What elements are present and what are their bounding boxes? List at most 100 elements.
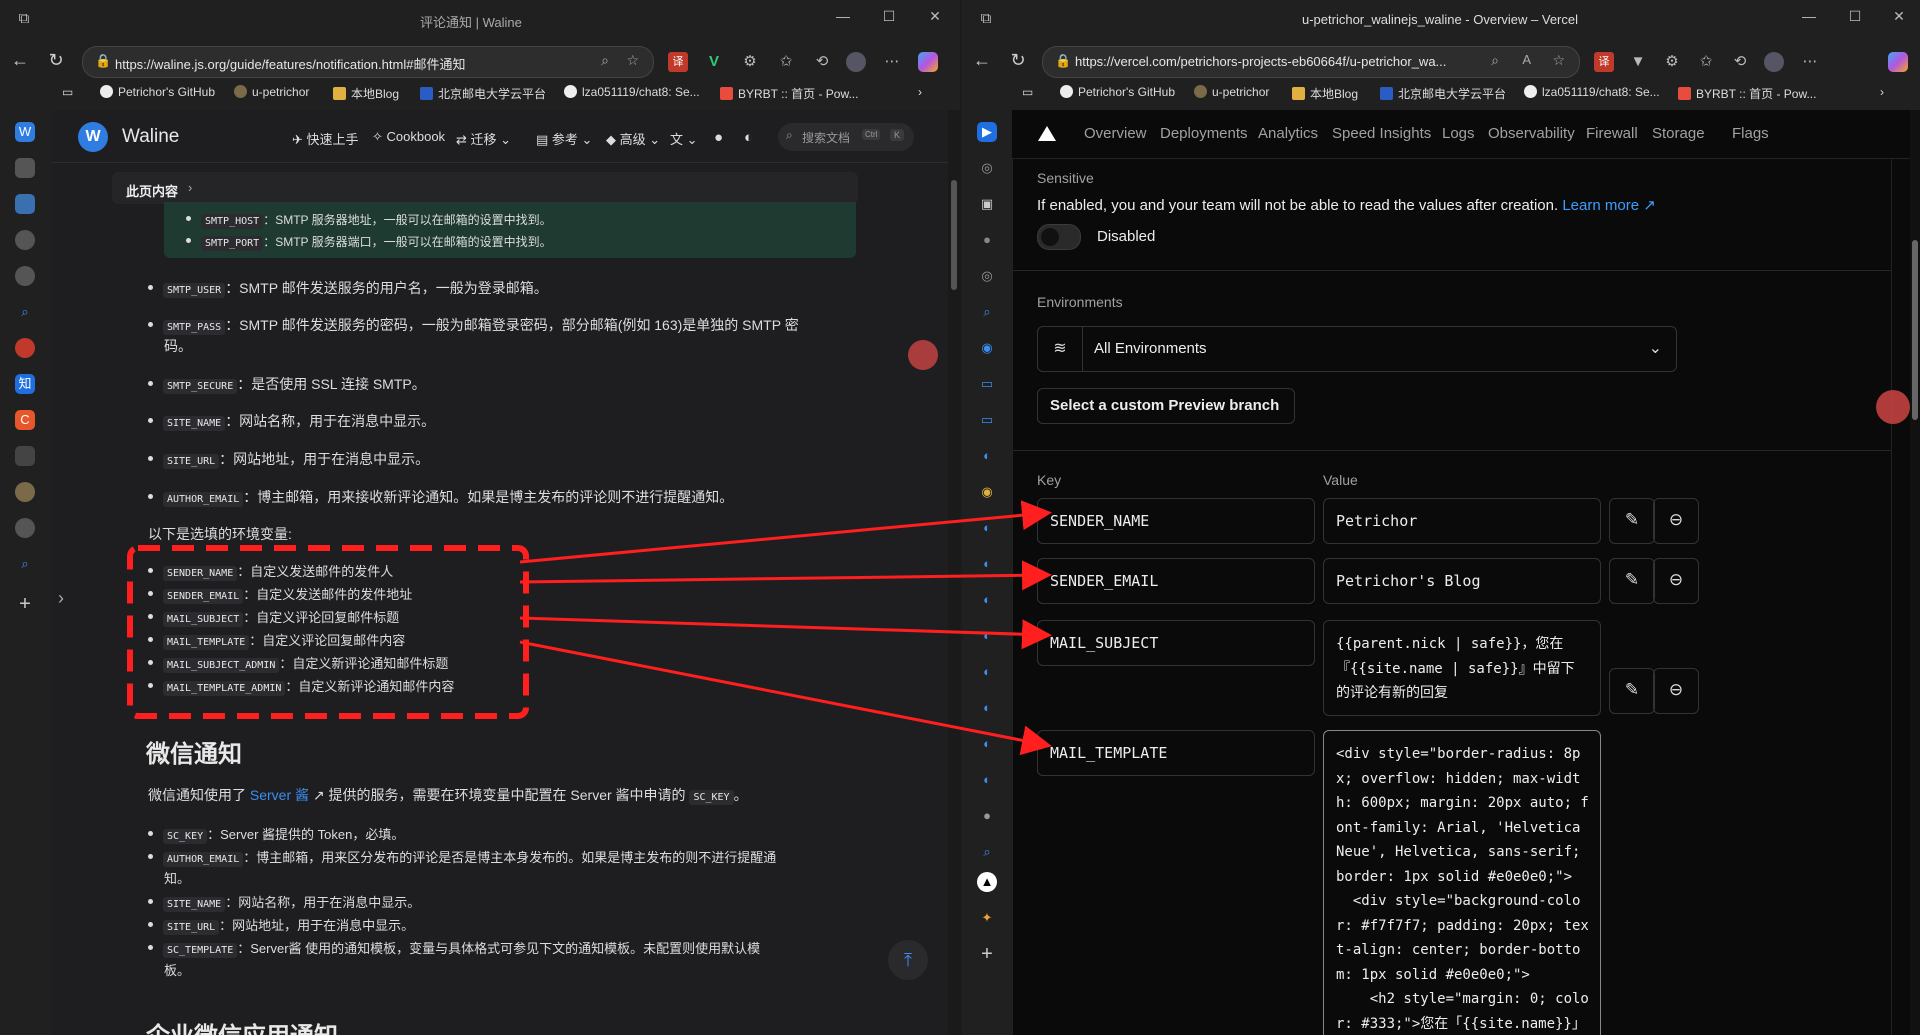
bookmark-item[interactable]: 北京邮电大学云平台 (420, 85, 546, 102)
bookmark-item[interactable]: 本地Blog (333, 85, 399, 102)
refresh-icon[interactable]: ↻ (44, 50, 68, 71)
bookmarks-more-chevron-icon[interactable]: › (1880, 85, 1884, 99)
vtab-vercel-icon[interactable]: ▲ (977, 872, 997, 892)
extensions-icon[interactable]: ⚙ (740, 52, 760, 72)
server-chan-link[interactable]: Server 酱 (250, 787, 309, 803)
vtab-github-icon[interactable] (15, 230, 35, 250)
favorites-icon[interactable]: ✩ (1696, 52, 1716, 72)
vtab-csdn-icon[interactable]: C (15, 410, 35, 430)
vtab-icon[interactable]: ◉ (977, 338, 997, 358)
remove-icon[interactable]: ⊖ (1653, 668, 1699, 714)
vtab-icon[interactable]: ◎ (977, 266, 997, 286)
translate-float-icon[interactable] (1876, 390, 1910, 424)
bookmarks-more-chevron-icon[interactable]: › (918, 85, 922, 99)
tab-flags[interactable]: Flags (1732, 125, 1769, 142)
history-icon[interactable]: ⟲ (1730, 52, 1750, 72)
tab-analytics[interactable]: Analytics (1258, 125, 1318, 142)
vtab-bilibili-icon[interactable]: ▭ (977, 410, 997, 430)
vtab-icon[interactable]: ● (977, 230, 997, 250)
nav-migration[interactable]: ⇄ 迁移 ⌄ (456, 129, 511, 148)
vtab-active-icon[interactable]: ▶ (977, 122, 997, 142)
vtab-search-icon[interactable]: ⌕ (977, 842, 997, 862)
nav-quickstart[interactable]: ✈ 快速上手 (292, 129, 359, 148)
vtab-github-icon[interactable] (15, 518, 35, 538)
key-input[interactable]: SENDER_NAME (1037, 498, 1315, 544)
address-bar[interactable]: 🔒 https://vercel.com/petrichors-projects… (1042, 46, 1580, 78)
on-this-page-toc[interactable]: 此页内容 › (112, 172, 858, 204)
theme-toggle-icon[interactable]: ◐ (744, 129, 753, 146)
vtab-github-icon[interactable] (15, 158, 35, 178)
tab-actions-icon[interactable]: ⧉ (14, 9, 34, 29)
learn-more-link[interactable]: Learn more (1562, 197, 1639, 214)
more-menu-icon[interactable]: ⋯ (1800, 52, 1820, 72)
back-icon[interactable]: ← (970, 50, 994, 71)
minimize-button[interactable]: — (1796, 8, 1822, 30)
vtab-waline-icon[interactable]: W (15, 122, 35, 142)
bookmark-item[interactable]: Petrichor's GitHub (1060, 85, 1175, 99)
value-input[interactable]: Petrichor's Blog (1323, 558, 1601, 604)
tab-speed-insights[interactable]: Speed Insights (1332, 125, 1431, 142)
vtab-icon[interactable]: ◎ (977, 158, 997, 178)
tab-deployments[interactable]: Deployments (1160, 125, 1248, 142)
bookmarks-toggle-icon[interactable]: ▭ (1022, 85, 1033, 99)
tab-logs[interactable]: Logs (1442, 125, 1475, 142)
more-menu-icon[interactable]: ⋯ (882, 52, 902, 72)
vtab-avatar-icon[interactable] (15, 482, 35, 502)
tab-observability[interactable]: Observability (1488, 125, 1575, 142)
vtab-doc-icon[interactable]: ▣ (977, 194, 997, 214)
value-textarea[interactable]: {{parent.nick | safe}}，您在『{{site.name | … (1323, 620, 1601, 716)
vtab-icon[interactable]: ◐ (977, 446, 997, 466)
bookmark-item[interactable]: lza051119/chat8: Se... (1524, 85, 1660, 99)
vtab-search-icon[interactable]: ⌕ (15, 554, 35, 574)
vtab-zhihu-icon[interactable]: 知 (15, 374, 35, 394)
vtab-icon[interactable]: ◐ (977, 698, 997, 718)
address-bar[interactable]: 🔒 https://waline.js.org/guide/features/n… (82, 46, 654, 78)
extensions-icon[interactable]: ⚙ (1662, 52, 1682, 72)
edit-icon[interactable]: ✎ (1609, 668, 1655, 714)
tab-actions-icon[interactable]: ⧉ (976, 9, 996, 29)
bookmarks-toggle-icon[interactable]: ▭ (62, 85, 73, 99)
nav-cookbook[interactable]: ✧ Cookbook (372, 129, 445, 145)
sidebar-expand-chevron-icon[interactable]: › (58, 588, 64, 609)
vtab-gemini-icon[interactable]: ✦ (977, 908, 997, 928)
history-icon[interactable]: ⟲ (812, 52, 832, 72)
vtab-icon[interactable]: ◐ (977, 518, 997, 538)
favorite-star-icon[interactable]: ☆ (1552, 52, 1565, 69)
key-input[interactable]: SENDER_EMAIL (1037, 558, 1315, 604)
bookmark-item[interactable]: u-petrichor (234, 85, 309, 99)
key-input[interactable]: MAIL_SUBJECT (1037, 620, 1315, 666)
back-icon[interactable]: ← (8, 50, 32, 71)
vtab-icon[interactable]: ◐ (977, 590, 997, 610)
sensitive-toggle[interactable] (1037, 224, 1081, 250)
new-tab-plus-icon[interactable]: + (15, 594, 35, 614)
bookmark-item[interactable]: 北京邮电大学云平台 (1380, 85, 1506, 102)
bookmark-item[interactable]: BYRBT :: 首页 - Pow... (1678, 85, 1816, 102)
edit-icon[interactable]: ✎ (1609, 558, 1655, 604)
maximize-button[interactable]: ☐ (876, 8, 902, 30)
vtab-stack-icon[interactable] (15, 194, 35, 214)
preview-branch-button[interactable]: Select a custom Preview branch (1037, 388, 1295, 424)
translate-extension-icon[interactable]: 译 (668, 52, 688, 72)
copilot-icon[interactable] (1888, 52, 1908, 72)
read-aloud-icon[interactable]: A (1522, 52, 1531, 67)
vtab-icon[interactable]: ◐ (977, 626, 997, 646)
bookmark-item[interactable]: u-petrichor (1194, 85, 1269, 99)
vtab-search-icon[interactable]: ⌕ (15, 302, 35, 322)
vtab-search-icon[interactable]: ⌕ (977, 302, 997, 322)
translate-extension-icon[interactable]: 译 (1594, 52, 1614, 72)
vtab-icon[interactable]: ◐ (977, 554, 997, 574)
value-textarea-focused[interactable]: <div style="border-radius: 8px; overflow… (1323, 730, 1601, 1035)
profile-avatar-icon[interactable] (846, 52, 866, 72)
environments-select[interactable]: ≋ All Environments ⌄ (1037, 326, 1677, 372)
vercel-extension-icon[interactable]: ▼ (1628, 52, 1648, 72)
vercel-logo-icon[interactable] (1038, 126, 1056, 141)
vtab-calendar-icon[interactable] (15, 446, 35, 466)
vtab-icon[interactable]: ◐ (977, 734, 997, 754)
bookmark-item[interactable]: 本地Blog (1292, 85, 1358, 102)
tab-storage[interactable]: Storage (1652, 125, 1705, 142)
left-scrollbar[interactable] (948, 110, 960, 1035)
minimize-button[interactable]: — (830, 8, 856, 30)
profile-avatar-icon[interactable] (1764, 52, 1784, 72)
new-tab-plus-icon[interactable]: + (977, 944, 997, 964)
zoom-icon[interactable]: ⌕ (601, 52, 609, 69)
